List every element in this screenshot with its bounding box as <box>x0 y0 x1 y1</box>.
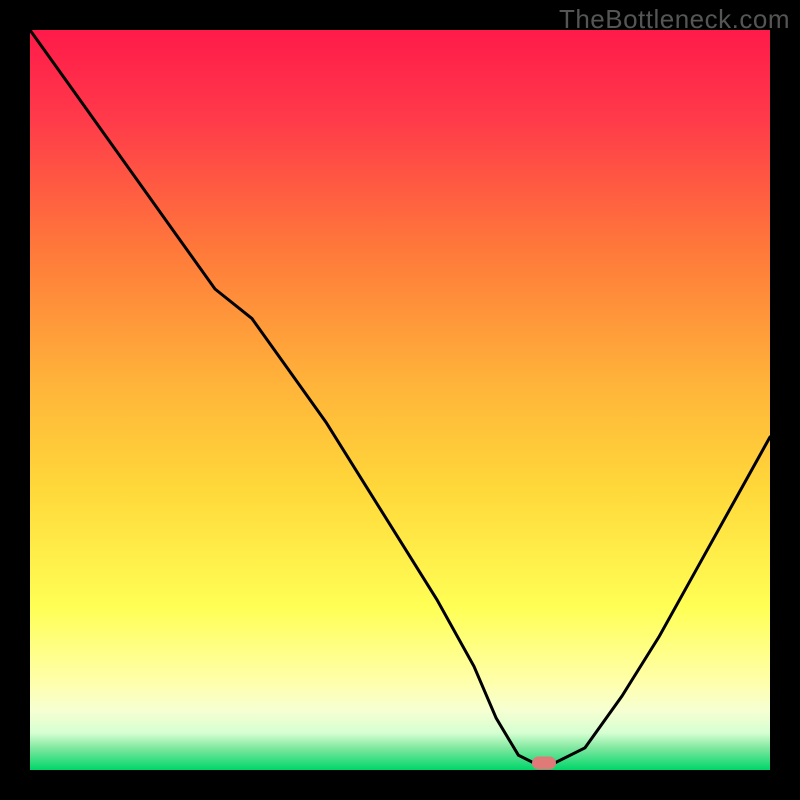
gradient-background <box>30 30 770 770</box>
chart-container: TheBottleneck.com <box>0 0 800 800</box>
optimal-point-marker <box>532 756 556 769</box>
chart-svg <box>30 30 770 770</box>
plot-area <box>30 30 770 770</box>
watermark-text: TheBottleneck.com <box>559 4 790 35</box>
